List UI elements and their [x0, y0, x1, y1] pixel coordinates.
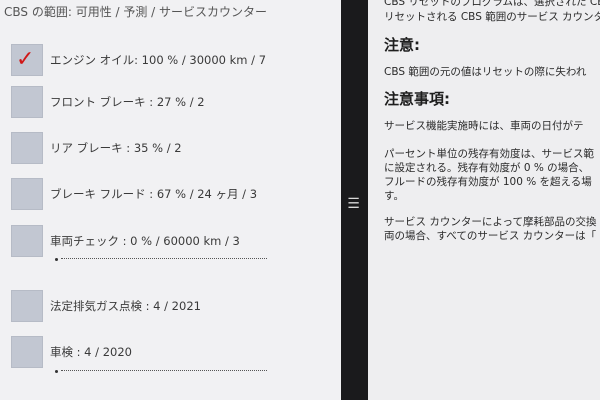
help-text-line: に設定される。残存有効度が 0 % の場合、 — [384, 162, 590, 174]
help-text-line: CBS リセットのプログラムは、選択された CBS — [384, 0, 600, 8]
cbs-item-label: 車両チェック : 0 % / 60000 km / 3 — [50, 234, 240, 248]
bullet — [55, 370, 58, 373]
help-text-line: パーセント単位の残存有効度は、サービス範 — [384, 148, 594, 160]
cbs-item-label: エンジン オイル: 100 % / 30000 km / 7 — [50, 53, 267, 67]
help-text-line: 両の場合、すべてのサービス カウンターは「 — [384, 230, 597, 242]
checkbox[interactable] — [11, 178, 43, 210]
checkmark-icon: ✓ — [16, 47, 35, 72]
cbs-item-label: ブレーキ フルード : 67 % / 24 ヶ月 / 3 — [50, 187, 258, 201]
help-text-line: リセットされる CBS 範囲のサービス カウンタ — [384, 11, 600, 23]
caution-heading: 注意: — [384, 36, 420, 54]
split-divider[interactable]: ☰ — [341, 0, 368, 400]
checkbox[interactable] — [11, 336, 43, 368]
notes-heading: 注意事項: — [384, 90, 450, 108]
checkbox[interactable] — [11, 86, 43, 118]
help-text-line: フルードの残存有効度が 100 % を超える場 — [384, 176, 592, 188]
help-text-line: す。 — [384, 190, 404, 202]
checkbox[interactable]: ✓ — [11, 44, 43, 76]
cbs-item-label: 車検 : 4 / 2020 — [50, 345, 132, 359]
checkbox[interactable] — [11, 225, 43, 257]
cbs-item-label: フロント ブレーキ : 27 % / 2 — [50, 95, 205, 109]
help-text-line: CBS 範囲の元の値はリセットの際に失われ — [384, 66, 587, 78]
cbs-scope-header: CBS の範囲: 可用性 / 予測 / サービスカウンター — [4, 5, 268, 19]
checkbox[interactable] — [11, 132, 43, 164]
cbs-item-label: リア ブレーキ : 35 % / 2 — [50, 141, 182, 155]
cbs-item-label: 法定排気ガス点検 : 4 / 2021 — [50, 299, 201, 313]
checkbox[interactable] — [11, 290, 43, 322]
vehicle-check-value-field[interactable] — [61, 258, 267, 259]
vehicle-inspection-value-field[interactable] — [61, 370, 267, 371]
help-text-panel: CBS リセットのプログラムは、選択された CBS リセットされる CBS 範囲… — [368, 0, 600, 400]
help-text-line: サービス カウンターによって摩耗部品の交換 — [384, 216, 597, 228]
hamburger-icon[interactable]: ☰ — [346, 197, 361, 211]
bullet — [55, 258, 58, 261]
cbs-selection-panel: CBS の範囲: 可用性 / 予測 / サービスカウンター ✓ エンジン オイル… — [0, 0, 341, 400]
help-text-line: サービス機能実施時には、車両の日付がテ — [384, 120, 584, 132]
